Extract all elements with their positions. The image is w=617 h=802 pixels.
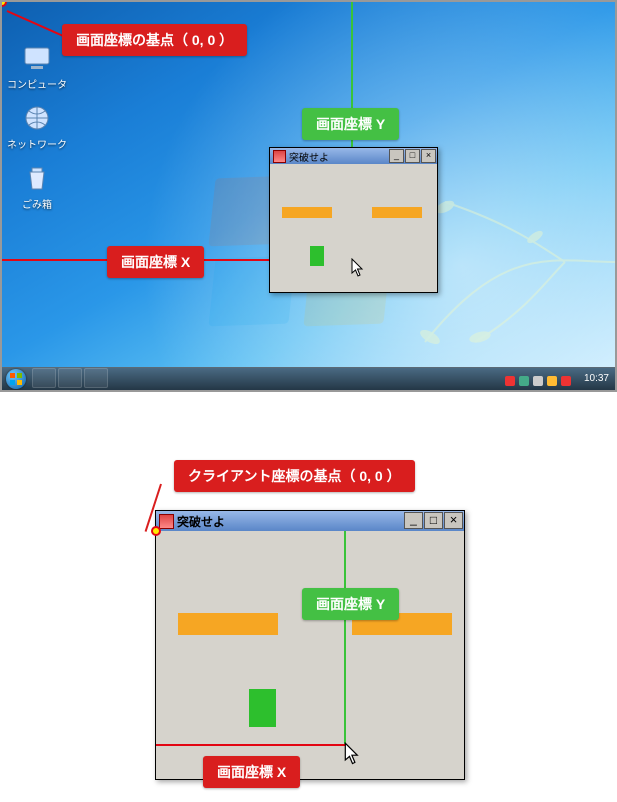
brick <box>178 613 278 635</box>
desktop-icon-label: ネットワーク <box>7 136 67 151</box>
app-window-large: 突破せよ _ □ × <box>155 510 465 780</box>
callout-client-origin: クライアント座標の基点（ 0, 0 ） <box>174 460 415 492</box>
player <box>310 246 324 266</box>
titlebar[interactable]: 突破せよ _ □ × <box>270 148 437 164</box>
close-button[interactable]: × <box>421 149 436 163</box>
taskbar-item[interactable] <box>84 368 108 388</box>
callout-screen-origin: 画面座標の基点（ 0, 0 ） <box>62 24 247 56</box>
tray-icon[interactable] <box>505 376 515 386</box>
desktop-screenshot: コンピュータ ネットワーク ごみ箱 突破せよ _ □ × <box>0 0 617 392</box>
taskbar-clock[interactable]: 10:37 <box>584 368 609 390</box>
tray-icon[interactable] <box>519 376 529 386</box>
titlebar[interactable]: 突破せよ _ □ × <box>156 511 464 531</box>
callout-screen-y: 画面座標 Y <box>302 108 399 140</box>
maximize-button[interactable]: □ <box>405 149 420 163</box>
client-x-line <box>156 744 345 746</box>
window-title: 突破せよ <box>177 513 225 530</box>
desktop-icon-computer[interactable]: コンピュータ <box>7 42 67 91</box>
window-buttons: _ □ × <box>404 512 463 529</box>
tray-icon[interactable] <box>533 376 543 386</box>
desktop-icon-label: コンピュータ <box>7 76 67 91</box>
maximize-button[interactable]: □ <box>424 512 443 529</box>
app-icon <box>273 150 286 163</box>
callout-client-y: 画面座標 Y <box>302 588 399 620</box>
network-icon <box>21 102 53 134</box>
window-buttons: _ □ × <box>389 149 436 163</box>
desktop-icon-network[interactable]: ネットワーク <box>7 102 67 151</box>
recycle-icon <box>21 162 53 194</box>
brick <box>372 207 422 218</box>
callout-screen-x: 画面座標 X <box>107 246 204 278</box>
desktop-icon-label: ごみ箱 <box>7 196 67 211</box>
desktop-icon-recycle[interactable]: ごみ箱 <box>7 162 67 211</box>
app-icon <box>159 514 174 529</box>
window-title: 突破せよ <box>289 149 329 164</box>
taskbar: 10:37 <box>2 367 615 390</box>
systray <box>505 376 571 386</box>
start-icon <box>9 372 23 386</box>
taskbar-item[interactable] <box>58 368 82 388</box>
taskbar-item[interactable] <box>32 368 56 388</box>
close-button[interactable]: × <box>444 512 463 529</box>
callout-client-x: 画面座標 X <box>203 756 300 788</box>
minimize-button[interactable]: _ <box>389 149 404 163</box>
minimize-button[interactable]: _ <box>404 512 423 529</box>
client-origin-dot-inner <box>153 528 159 534</box>
app-window: 突破せよ _ □ × <box>269 147 438 293</box>
computer-icon <box>21 42 53 74</box>
tray-icon[interactable] <box>547 376 557 386</box>
client-area <box>156 531 462 779</box>
tray-icon[interactable] <box>561 376 571 386</box>
client-area <box>270 164 435 292</box>
cursor-icon <box>344 742 361 766</box>
client-y-line <box>344 531 346 746</box>
brick <box>282 207 332 218</box>
player <box>249 689 276 727</box>
start-button[interactable] <box>6 369 26 389</box>
